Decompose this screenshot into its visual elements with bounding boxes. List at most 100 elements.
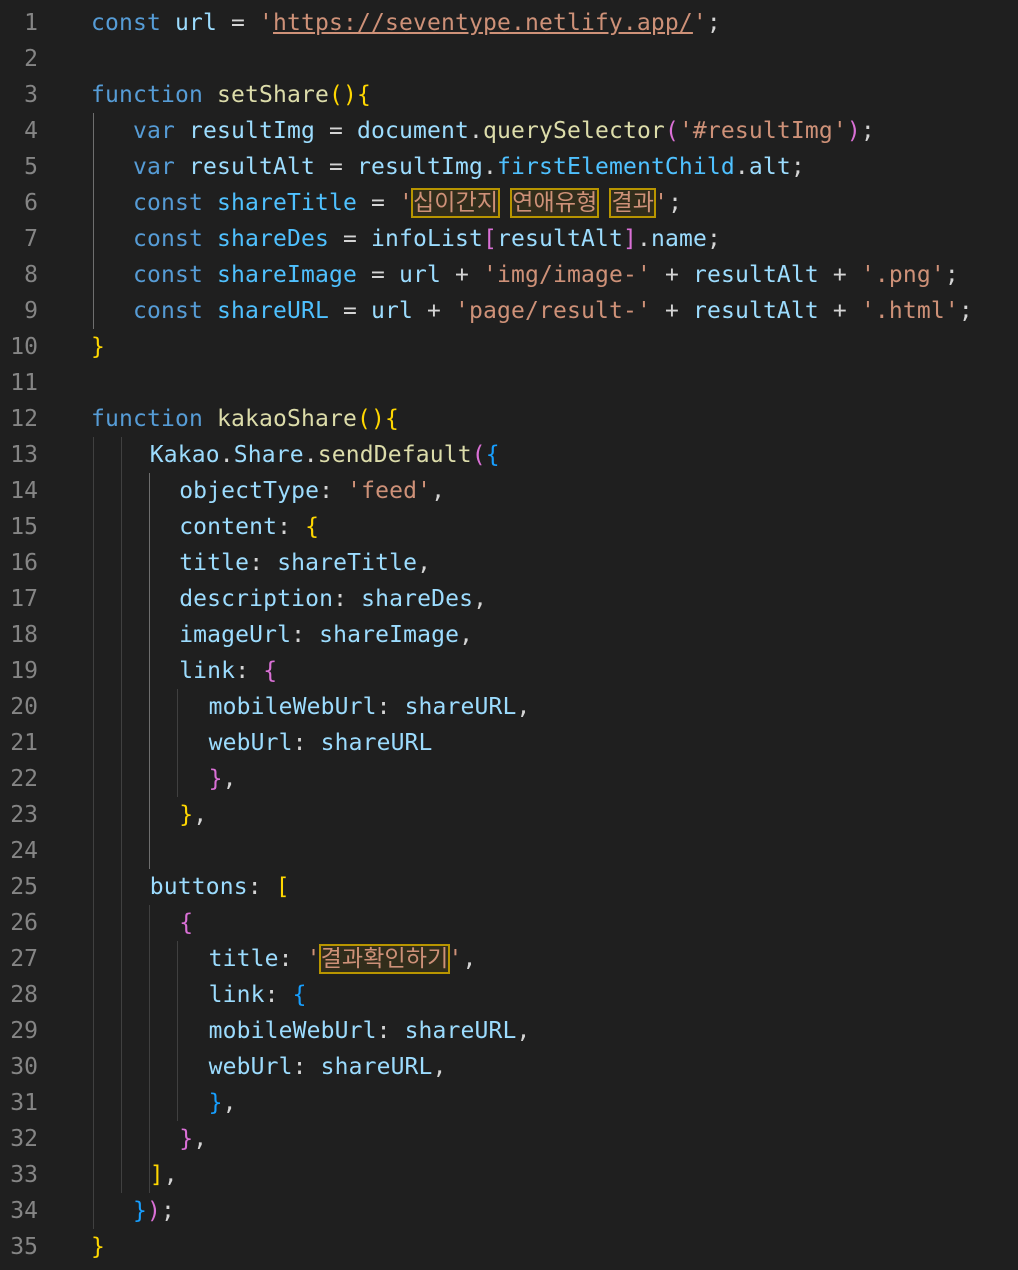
indent-guide bbox=[93, 437, 94, 1229]
code-token: description bbox=[179, 586, 334, 612]
code-line[interactable]: 17 description: shareDes, bbox=[0, 581, 1018, 617]
indent-guide bbox=[121, 437, 122, 1193]
code-token: imageUrl bbox=[179, 622, 292, 648]
code-line[interactable]: 13 Kakao.Share.sendDefault({ bbox=[0, 437, 1018, 473]
line-number: 34 bbox=[10, 1198, 38, 1224]
code-line[interactable]: 32}, bbox=[0, 1121, 1018, 1157]
indent-guide bbox=[149, 473, 150, 869]
code-token: infoList bbox=[370, 226, 483, 252]
code-token: mobileWebUrl bbox=[208, 1018, 377, 1044]
code-line[interactable]: 24 bbox=[0, 833, 1018, 869]
code-token: ] bbox=[149, 1162, 164, 1188]
line-number: 32 bbox=[10, 1126, 38, 1152]
code-line[interactable]: 14 objectType: 'feed', bbox=[0, 473, 1018, 509]
code-line[interactable]: 1 const url = 'https://seventype.netlify.… bbox=[0, 5, 1018, 41]
code-token: { bbox=[356, 82, 371, 108]
code-line[interactable]: 5 var resultAlt = resultImg.firstElementC… bbox=[0, 149, 1018, 185]
code-token: title bbox=[208, 946, 279, 972]
code-line[interactable]: 27 title: '결과확인하기', bbox=[0, 941, 1018, 977]
code-text: const shareDes = infoList[resultAlt].nam… bbox=[133, 227, 721, 251]
code-line[interactable]: 8 const shareImage = url + 'img/image-' +… bbox=[0, 257, 1018, 293]
code-line[interactable]: 3 function setShare(){ bbox=[0, 77, 1018, 113]
code-line[interactable]: 9 const shareURL = url + 'page/result-' +… bbox=[0, 293, 1018, 329]
code-token: mobileWebUrl bbox=[208, 694, 377, 720]
code-line[interactable]: 31}, bbox=[0, 1085, 1018, 1121]
code-line[interactable]: 12 function kakaoShare(){ bbox=[0, 401, 1018, 437]
code-token: ; bbox=[706, 10, 721, 36]
code-token: { bbox=[305, 514, 320, 540]
code-token: shareTitle bbox=[277, 550, 418, 576]
code-line[interactable]: 21 webUrl: shareURL bbox=[0, 725, 1018, 761]
code-token: shareDes bbox=[361, 586, 474, 612]
code-token: : bbox=[319, 478, 348, 504]
code-line[interactable]: 11 bbox=[0, 365, 1018, 401]
code-token: () bbox=[356, 406, 385, 432]
code-line[interactable]: 29 mobileWebUrl: shareURL, bbox=[0, 1013, 1018, 1049]
code-token: : bbox=[376, 1018, 405, 1044]
code-token: url bbox=[175, 10, 217, 36]
code-text: ], bbox=[150, 1163, 178, 1187]
code-line[interactable]: 19 link: { bbox=[0, 653, 1018, 689]
code-token: function bbox=[91, 82, 203, 108]
code-token: ; bbox=[668, 190, 683, 216]
code-token: ' bbox=[448, 946, 463, 972]
code-line[interactable]: 7 const shareDes = infoList[resultAlt].na… bbox=[0, 221, 1018, 257]
code-token: : bbox=[292, 1054, 321, 1080]
code-token: : bbox=[249, 550, 278, 576]
code-token: Kakao bbox=[149, 442, 220, 468]
code-token: , bbox=[417, 550, 432, 576]
code-line[interactable]: 6 const shareTitle = '십이간지 연애유형 결과'; bbox=[0, 185, 1018, 221]
code-line[interactable]: 28 link: { bbox=[0, 977, 1018, 1013]
code-line[interactable]: 35} bbox=[0, 1229, 1018, 1265]
code-line[interactable]: 30 webUrl: shareURL, bbox=[0, 1049, 1018, 1085]
code-token: const bbox=[133, 190, 203, 216]
code-line[interactable]: 15 content: { bbox=[0, 509, 1018, 545]
code-line[interactable]: 20 mobileWebUrl: shareURL, bbox=[0, 689, 1018, 725]
line-number: 5 bbox=[24, 154, 38, 180]
code-line[interactable]: 23}, bbox=[0, 797, 1018, 833]
code-editor[interactable]: 1 const url = 'https://seventype.netlify.… bbox=[0, 0, 1018, 1270]
code-token: , bbox=[516, 694, 531, 720]
code-token: var bbox=[133, 154, 175, 180]
code-token: [ bbox=[482, 226, 497, 252]
code-token: ; bbox=[860, 118, 875, 144]
code-line[interactable]: 22}, bbox=[0, 761, 1018, 797]
code-token: shareURL bbox=[404, 694, 517, 720]
code-line[interactable]: 34}); bbox=[0, 1193, 1018, 1229]
code-text: }, bbox=[209, 767, 237, 791]
code-token: } bbox=[91, 1234, 105, 1260]
code-token: . bbox=[636, 226, 651, 252]
code-line[interactable]: 18 imageUrl: shareImage, bbox=[0, 617, 1018, 653]
line-number: 19 bbox=[10, 658, 38, 684]
code-line[interactable]: 4 var resultImg = document.querySelector(… bbox=[0, 113, 1018, 149]
code-token: title bbox=[179, 550, 250, 576]
code-token: = bbox=[356, 190, 399, 216]
code-token: const bbox=[133, 226, 203, 252]
code-token: resultAlt bbox=[692, 298, 819, 324]
code-text: Kakao.Share.sendDefault({ bbox=[150, 443, 500, 467]
code-text: imageUrl: shareImage, bbox=[179, 623, 473, 647]
code-token: resultImg bbox=[189, 118, 315, 144]
code-line[interactable]: 16 title: shareTitle, bbox=[0, 545, 1018, 581]
code-token: { bbox=[179, 910, 194, 936]
code-text: function setShare(){ bbox=[91, 83, 371, 107]
code-line[interactable]: 2 bbox=[0, 41, 1018, 77]
code-token: () bbox=[328, 82, 357, 108]
code-token: } bbox=[179, 802, 194, 828]
code-line[interactable]: 25 buttons: [ bbox=[0, 869, 1018, 905]
code-token: + bbox=[818, 262, 861, 288]
code-token: content bbox=[179, 514, 278, 540]
line-number: 11 bbox=[10, 370, 38, 396]
code-line[interactable]: 10} bbox=[0, 329, 1018, 365]
code-token: + bbox=[818, 298, 861, 324]
code-token: 결과확인하기 bbox=[318, 944, 451, 974]
code-text: title: '결과확인하기', bbox=[208, 944, 477, 974]
code-line[interactable]: 26 { bbox=[0, 905, 1018, 941]
line-number: 14 bbox=[10, 478, 38, 504]
code-token: shareURL bbox=[320, 730, 433, 756]
code-line[interactable]: 33], bbox=[0, 1157, 1018, 1193]
line-number: 4 bbox=[24, 118, 38, 144]
